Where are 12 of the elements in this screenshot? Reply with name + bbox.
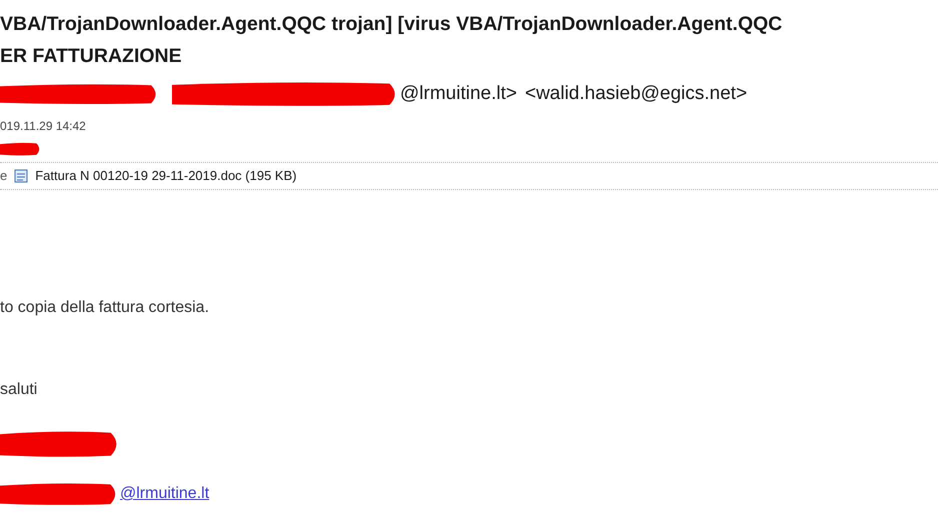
attachment-file[interactable]: Fattura N 00120-19 29-11-2019.doc (195 KB) [35, 166, 297, 186]
redaction-mark [0, 142, 42, 156]
sender-address: @lrmuitine.lt> [400, 82, 517, 106]
email-date: 019.11.29 14:42 [0, 119, 86, 133]
email-subject: VBA/TrojanDownloader.Agent.QQC trojan] [virus VBA/TrojanDownloader.Agent.QQC [0, 12, 782, 37]
email-subject: ER FATTURAZIONE [0, 44, 182, 69]
attachment-label: e [0, 167, 8, 186]
body-text: saluti [0, 381, 38, 398]
document-icon [13, 168, 30, 184]
recipient-address: <walid.hasieb@egics.net> [524, 82, 748, 106]
email-link[interactable]: @lrmuitine.lt [120, 482, 210, 506]
body-text: to copia della fattura cortesia. [0, 299, 210, 316]
